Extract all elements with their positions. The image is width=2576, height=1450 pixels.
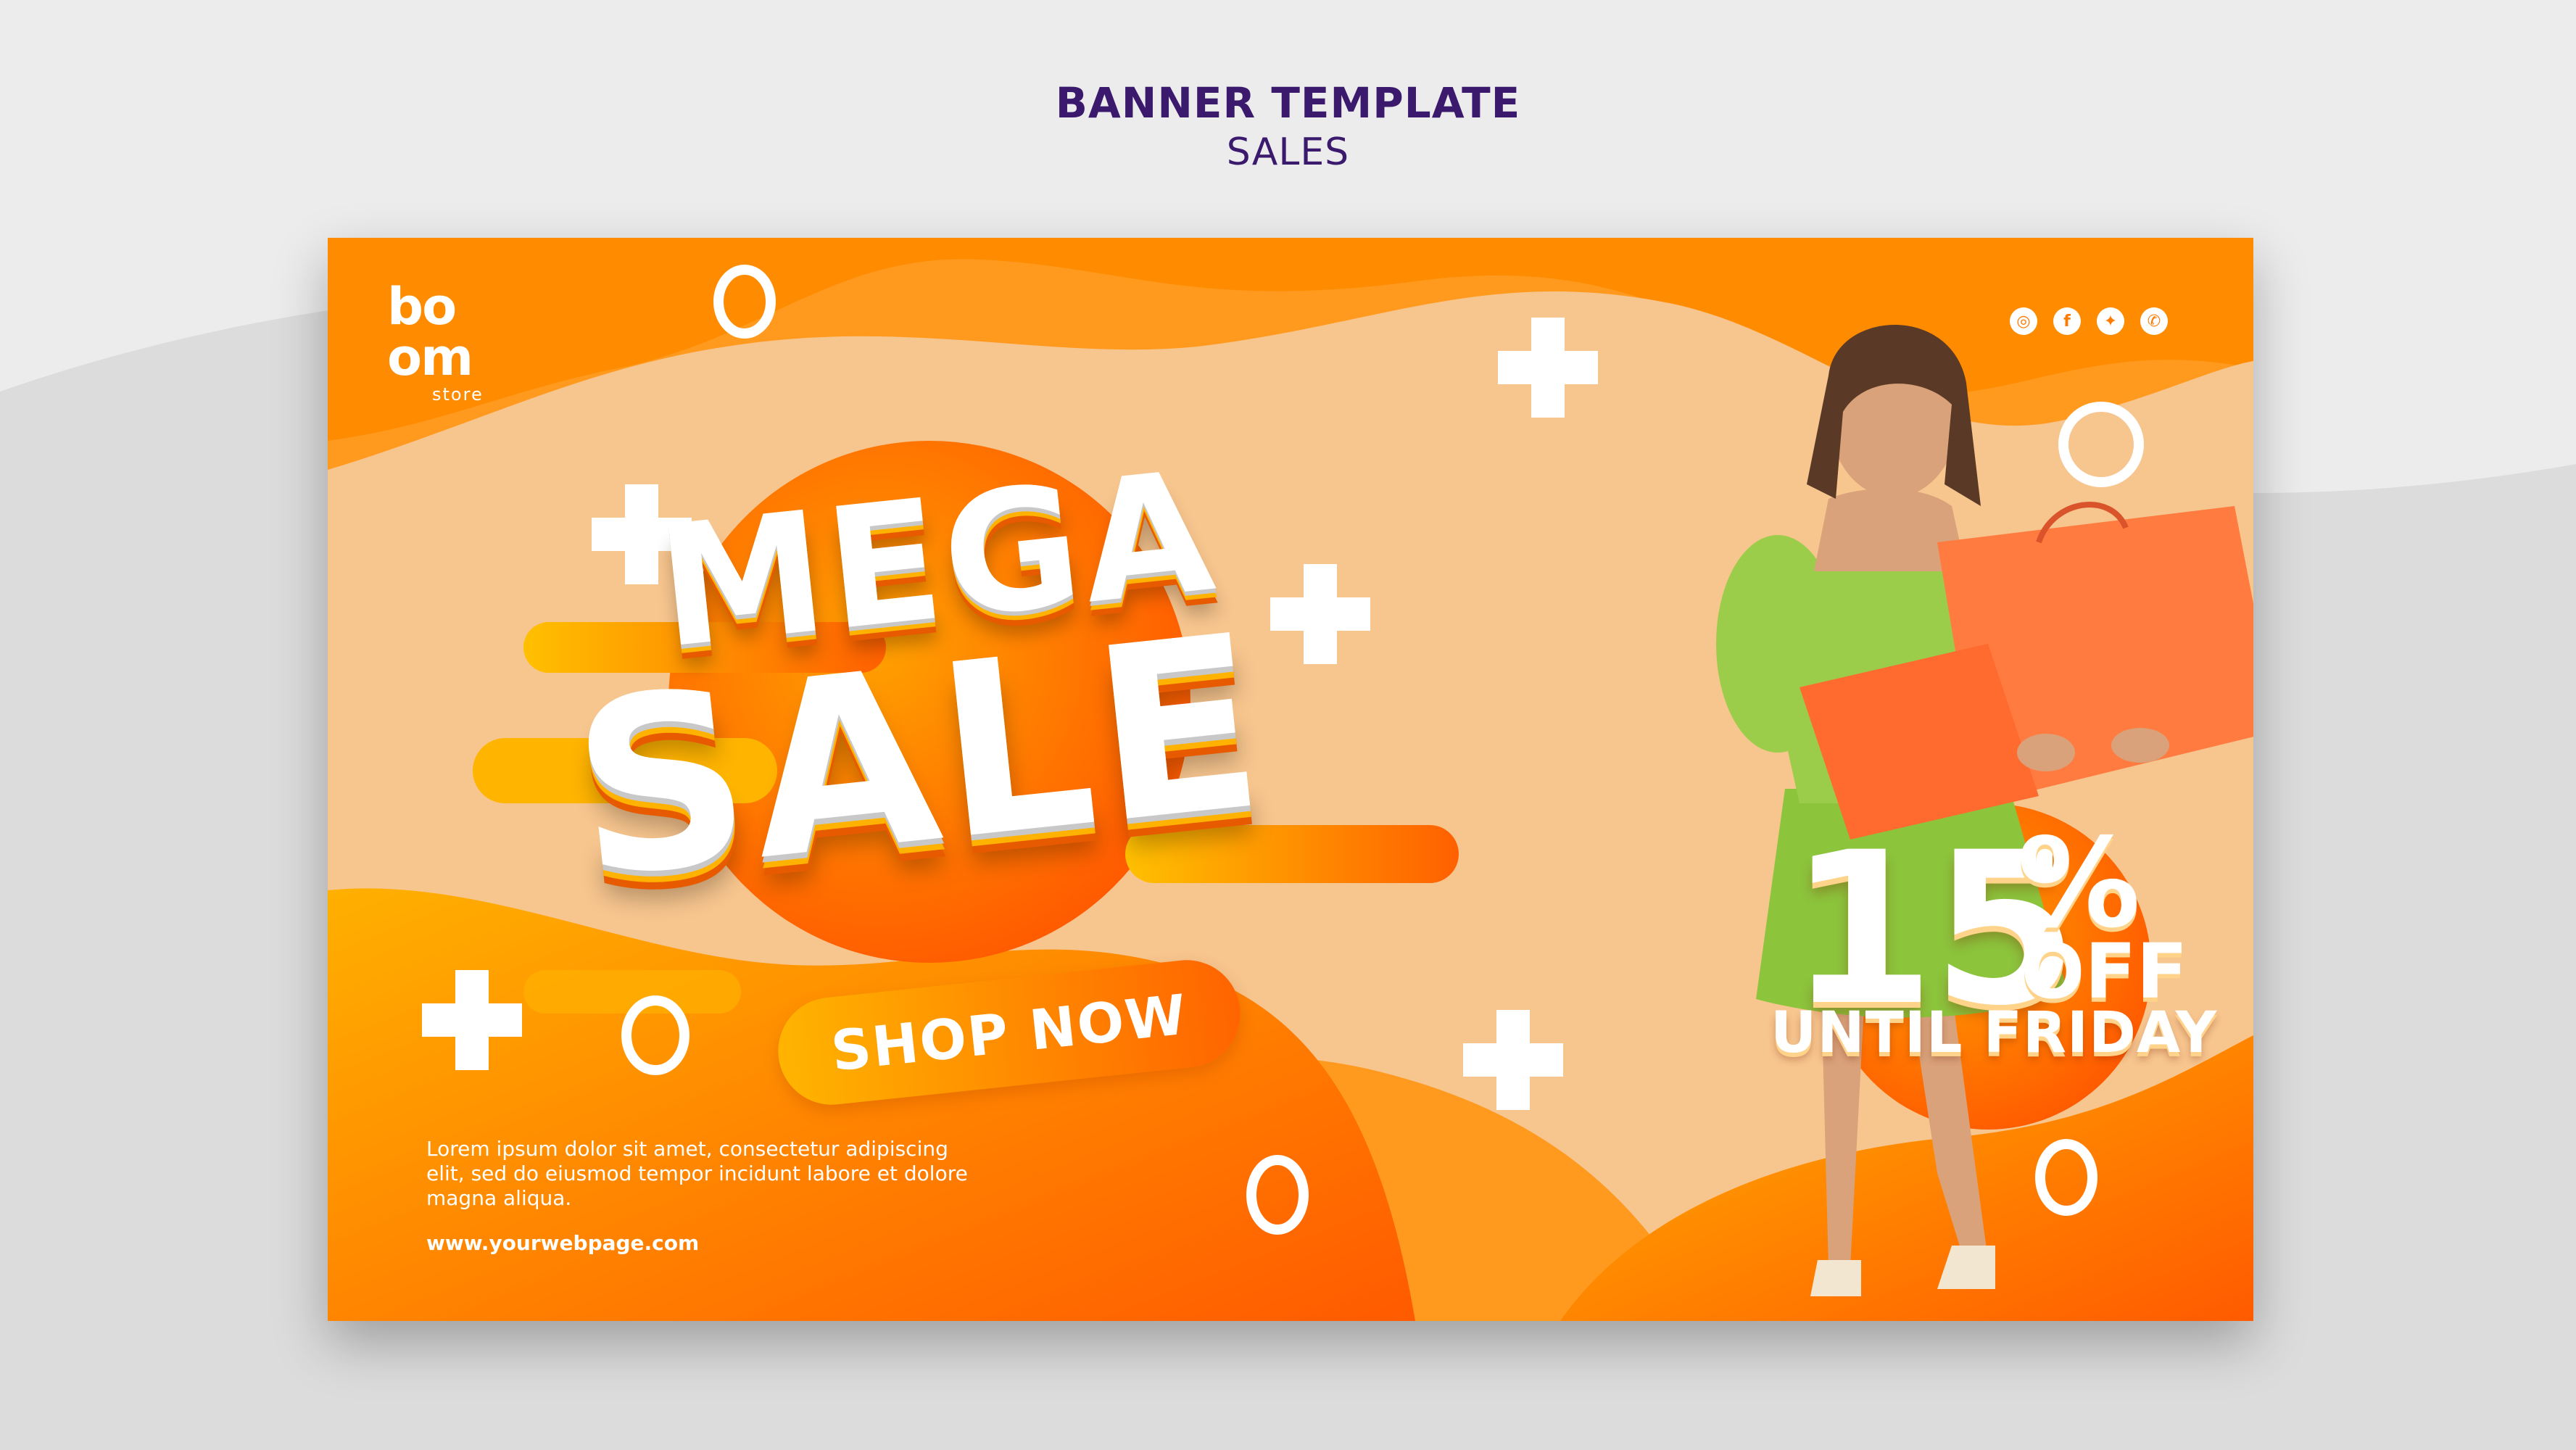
brand-logo[interactable]: bo om store	[387, 281, 510, 405]
twitter-icon[interactable]: ✦	[2097, 307, 2124, 335]
website-link[interactable]: www.yourwebpage.com	[426, 1231, 699, 1255]
headline-sale: SALE	[561, 582, 1278, 932]
whatsapp-icon[interactable]: ✆	[2140, 307, 2168, 335]
discount-off-label: OFF	[2021, 927, 2188, 1016]
page-subtitle: SALES	[1226, 130, 1350, 174]
description-text: Lorem ipsum dolor sit amet, consectetur …	[426, 1137, 968, 1210]
logo-text-line2: om	[387, 328, 473, 387]
logo-text-line1: bo	[387, 277, 457, 336]
social-icons: ◎ f ✦ ✆	[2010, 307, 2168, 335]
discount-until-label: UNTIL FRIDAY	[1771, 1000, 2218, 1066]
model-figure	[1716, 325, 2253, 1296]
sale-banner: bo om store ◎ f ✦ ✆ MEGA SALE SHOP NOW L…	[328, 238, 2253, 1321]
instagram-icon[interactable]: ◎	[2010, 307, 2037, 335]
page-title: BANNER TEMPLATE	[1055, 78, 1521, 128]
logo-text-store: store	[432, 384, 484, 405]
facebook-icon[interactable]: f	[2053, 307, 2081, 335]
